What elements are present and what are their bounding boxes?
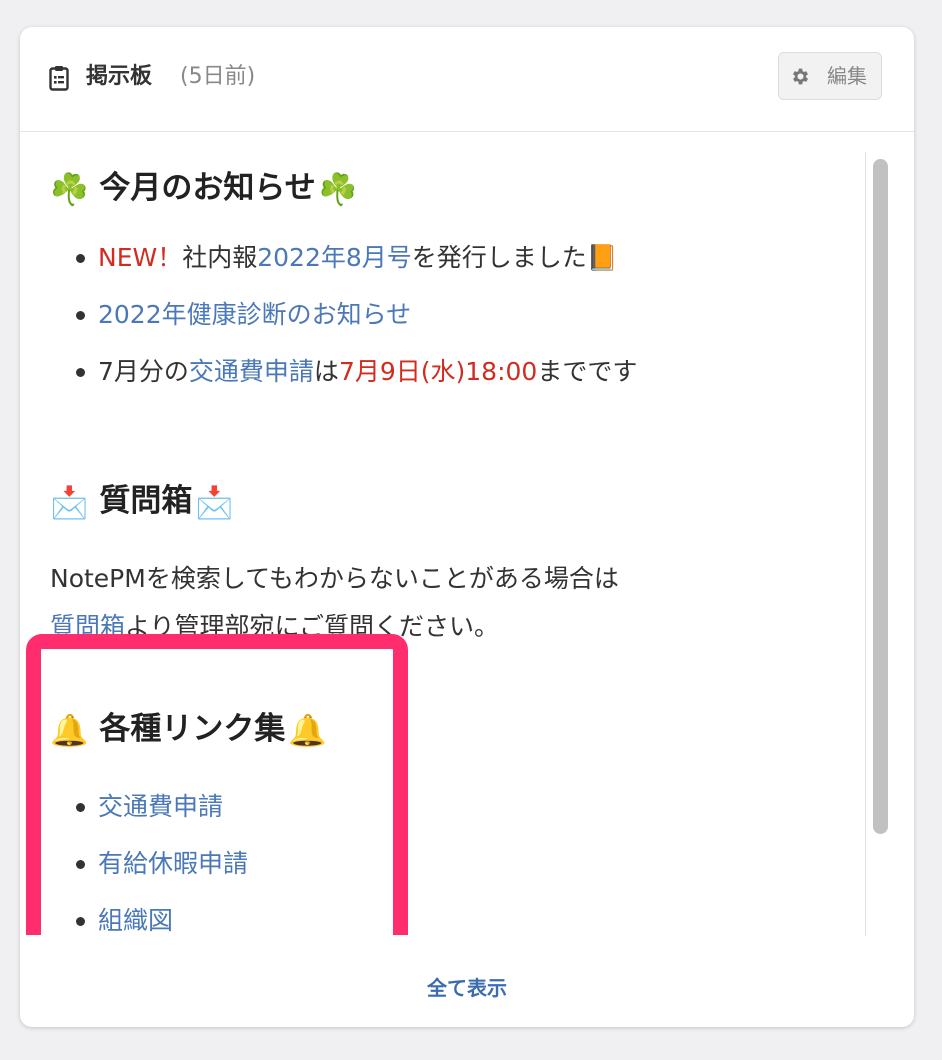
transport-expense-link[interactable]: 交通費申請 — [189, 357, 314, 386]
new-badge: NEW！ — [98, 243, 183, 272]
clipboard-icon — [49, 66, 69, 91]
edit-button-label: 編集 — [827, 64, 867, 88]
inbox-envelope-icon: 📩 — [195, 484, 234, 521]
notice-heading: ☘️ 今月のお知らせ ☘️ — [50, 165, 357, 213]
card-header: 掲示板 (5日前) 編集 — [20, 27, 914, 132]
bulletin-content: ☘️ 今月のお知らせ ☘️ NEW！社内報2022年8月号を発行しました📙 20… — [20, 132, 865, 935]
show-all-link[interactable]: 全て表示 — [20, 973, 914, 1003]
gear-icon — [792, 68, 809, 85]
board-updated-age: (5日前) — [180, 64, 256, 89]
clover-icon: ☘️ — [318, 171, 358, 208]
question-heading-text: 質問箱 — [99, 483, 193, 519]
clover-icon: ☘️ — [50, 171, 89, 208]
bulletin-board-card: 掲示板 (5日前) 編集 ☘️ 今月のお知らせ ☘️ NEW！社内報2022年8… — [20, 27, 914, 1027]
book-icon: 📙 — [586, 243, 618, 272]
notice-heading-text: 今月のお知らせ — [99, 170, 316, 206]
question-heading: 📩 質問箱 📩 — [50, 478, 234, 526]
scrollbar-thumb[interactable] — [873, 159, 888, 834]
inbox-envelope-icon: 📩 — [50, 484, 89, 521]
health-check-link[interactable]: 2022年健康診断のお知らせ — [98, 300, 411, 329]
board-title: 掲示板 — [86, 64, 153, 89]
question-paragraph-line1: NotePMを検索してもわからないことがある場合は — [50, 564, 619, 593]
highlight-box — [26, 634, 408, 935]
edit-button[interactable]: 編集 — [778, 52, 882, 100]
newsletter-link[interactable]: 2022年8月号 — [257, 243, 412, 272]
deadline-text: 7月9日(水)18:00 — [338, 357, 538, 386]
